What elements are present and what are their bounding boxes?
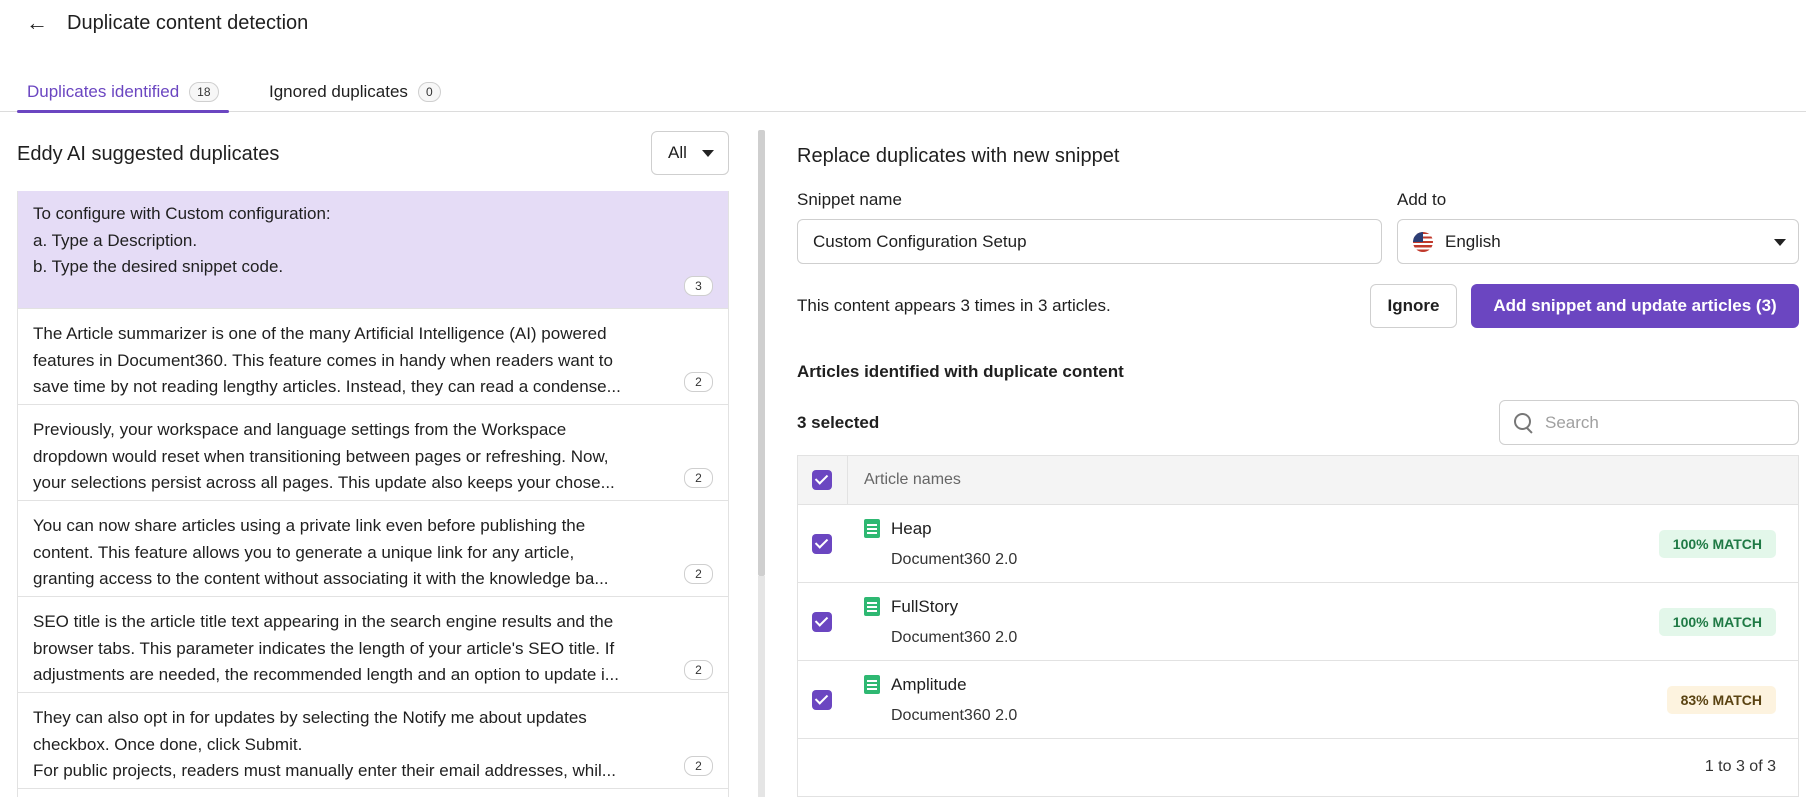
duplicate-text-line: They can also opt in for updates by sele… [33,708,587,727]
search-icon [1514,413,1533,432]
panel-resize-handle[interactable] [758,130,765,576]
duplicate-text-line: SEO title is the article title text appe… [33,612,614,631]
articles-heading: Articles identified with duplicate conte… [797,362,1124,381]
duplicate-item[interactable]: Previously, your workspace and language … [18,405,728,501]
occurrence-count-badge: 3 [684,276,713,296]
page-title: Duplicate content detection [67,12,309,34]
snippet-name-label: Snippet name [797,190,902,209]
caret-down-icon [702,150,714,157]
duplicate-text-line: dropdown would reset when transitioning … [33,446,609,466]
article-project: Document360 2.0 [891,551,1018,568]
table-row: FullStory Document360 2.0 100% MATCH [798,583,1798,661]
article-search[interactable] [1499,400,1799,445]
document-icon [864,519,880,538]
duplicate-item[interactable]: The Article summarizer is one of the man… [18,309,728,405]
table-row: Amplitude Document360 2.0 83% MATCH [798,661,1798,739]
article-name[interactable]: Heap [891,519,932,539]
snippet-panel-title: Replace duplicates with new snippet [797,145,1120,167]
match-badge: 100% MATCH [1658,608,1776,636]
add-to-label: Add to [1397,190,1447,209]
caret-down-icon [1774,239,1786,246]
duplicate-text-line: a. Type a Description. [33,230,198,250]
occurrence-count-badge: 2 [684,564,713,584]
occurrence-count-badge: 2 [684,468,713,488]
duplicate-text-line: granting access to the content without a… [33,569,609,588]
duplicate-text-line: adjustments are needed, the recommended … [33,665,619,684]
duplicate-text-line: save time by not reading lengthy article… [33,377,621,396]
select-all-cell [798,456,848,505]
duplicates-panel-header: Eddy AI suggested duplicates All [17,130,729,176]
duplicate-item[interactable]: You can now share articles using a priva… [18,501,728,597]
panel-divider-track [758,576,765,797]
duplicate-text-line: checkbox. Once done, click Submit. [33,734,303,754]
back-arrow-icon[interactable]: ← [26,10,52,36]
duplicate-text-line: You can now share articles using a priva… [33,516,586,535]
column-header-article-names: Article names [864,471,961,488]
duplicate-list: To configure with Custom configuration: … [17,191,729,797]
language-select[interactable]: English [1397,219,1799,264]
articles-table: Article names Heap Document360 2.0 100% … [797,455,1799,797]
match-badge: 100% MATCH [1658,530,1776,558]
duplicate-text-line: browser tabs. This parameter indicates t… [33,638,615,658]
tab-label: Duplicates identified [27,82,180,101]
duplicate-item[interactable]: SEO title is the article title text appe… [18,597,728,693]
snippet-name-input[interactable] [797,219,1382,264]
page-header: ← Duplicate content detection [0,0,1806,52]
duplicate-item[interactable]: To configure with Custom configuration: … [18,191,728,309]
duplicate-text-line: features in Document360. This feature co… [33,350,613,370]
tab-count-badge: 18 [189,82,219,102]
duplicates-panel: Eddy AI suggested duplicates All To conf… [17,130,729,797]
language-value: English [1445,231,1501,251]
duplicate-text-line: b. Type the desired snippet code. [33,257,284,276]
duplicate-text-line: content. This feature allows you to gene… [33,542,575,562]
article-project: Document360 2.0 [891,629,1018,646]
selected-count: 3 selected [797,413,880,432]
tab-ignored-duplicates[interactable]: Ignored duplicates 0 [269,72,441,112]
row-checkbox[interactable] [812,534,832,554]
tab-label: Ignored duplicates [269,82,408,101]
duplicate-text-line: The Article summarizer is one of the man… [33,324,607,343]
document-icon [864,597,880,616]
tab-count-badge: 0 [417,82,441,102]
filter-dropdown[interactable]: All [651,131,729,175]
article-name[interactable]: Amplitude [891,675,967,695]
document-icon [864,675,880,694]
duplicate-item[interactable]: They can also opt in for updates by sele… [18,693,728,789]
row-checkbox[interactable] [812,690,832,710]
table-header: Article names [798,456,1798,505]
ignore-button[interactable]: Ignore [1370,284,1457,328]
tab-duplicates-identified[interactable]: Duplicates identified 18 [17,72,229,113]
tab-bar: Duplicates identified 18 Ignored duplica… [0,72,1806,113]
occurrence-count-badge: 2 [684,372,713,392]
duplicates-panel-title: Eddy AI suggested duplicates [17,143,280,165]
occurrence-count-badge: 2 [684,756,713,776]
duplicate-text-line: Previously, your workspace and language … [33,420,567,439]
filter-value: All [668,143,687,162]
article-name[interactable]: FullStory [891,597,958,617]
match-badge: 83% MATCH [1666,686,1776,714]
row-checkbox[interactable] [812,612,832,632]
add-snippet-button[interactable]: Add snippet and update articles (3) [1471,284,1799,328]
select-all-checkbox[interactable] [812,470,832,490]
table-row: Heap Document360 2.0 100% MATCH [798,505,1798,583]
occurrence-summary: This content appears 3 times in 3 articl… [797,296,1111,315]
pagination-summary: 1 to 3 of 3 [1704,758,1776,775]
us-flag-icon [1413,231,1433,252]
duplicate-text-line: To configure with Custom configuration: [33,204,331,223]
article-project: Document360 2.0 [891,707,1018,724]
duplicate-text-line: For public projects, readers must manual… [33,761,616,780]
duplicate-text-line: your selections persist across all pages… [33,473,615,492]
search-input[interactable] [1545,412,1785,433]
occurrence-count-badge: 2 [684,660,713,680]
